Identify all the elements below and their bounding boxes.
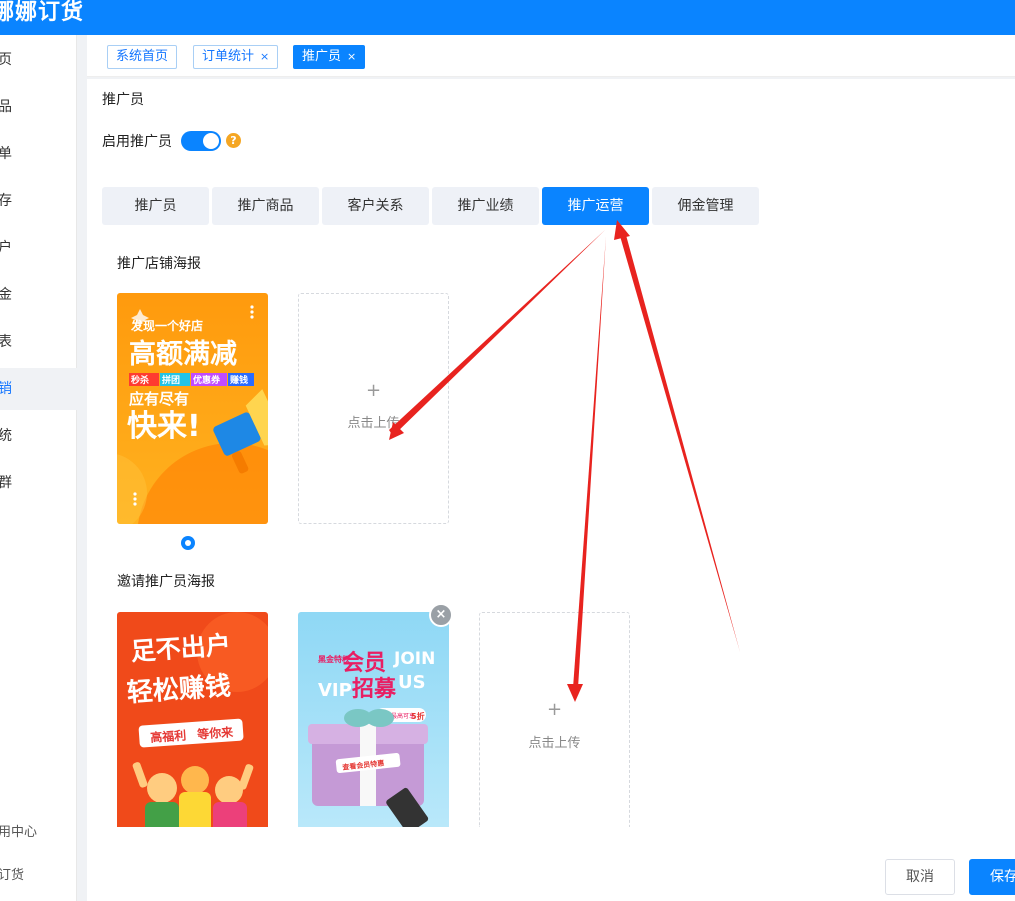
page-title: 推广员 — [102, 92, 144, 108]
tag-label: 系统首页 — [116, 49, 169, 64]
sidebar-item-finance[interactable]: 金 — [0, 274, 77, 316]
sidebar-item-customers[interactable]: 户 — [0, 227, 77, 269]
poster-text: 5折 — [411, 711, 425, 721]
sidebar-item-marketing[interactable]: 销 — [0, 368, 77, 410]
tag-home[interactable]: 系统首页 — [107, 45, 178, 69]
tab-promoted-goods[interactable]: 推广商品 — [212, 187, 319, 225]
poster-text: VIP — [318, 680, 352, 701]
sidebar-item-label: 表 — [0, 334, 12, 350]
tags-bar: 系统首页 订单统计 × 推广员 × — [87, 35, 1015, 77]
tag-order-stats[interactable]: 订单统计 × — [193, 45, 279, 69]
sidebar-item-reports[interactable]: 表 — [0, 321, 77, 363]
poster-text: 等你来 — [196, 724, 235, 742]
invite-poster-section-title: 邀请推广员海报 — [117, 574, 215, 590]
poster-text: JOIN — [393, 649, 435, 669]
plus-icon: + — [365, 380, 382, 401]
tab-commission[interactable]: 佣金管理 — [652, 187, 759, 225]
poster-text: 高福利 — [150, 727, 187, 744]
cancel-button[interactable]: 取消 — [885, 859, 955, 895]
invite-poster-upload[interactable]: + 点击上传 — [479, 612, 630, 827]
close-icon[interactable]: × — [260, 50, 269, 63]
tab-performance[interactable]: 推广业绩 — [432, 187, 539, 225]
save-button[interactable]: 保存 — [969, 859, 1015, 895]
top-bar: 娜娜订货 — [0, 0, 1015, 35]
sidebar: 页 品 单 存 户 金 表 销 统 群 用中心 订货 — [0, 35, 77, 901]
tab-operations[interactable]: 推广运营 — [542, 187, 649, 225]
sidebar-item-label: 户 — [0, 240, 12, 256]
poster-text: 拼团 — [162, 374, 180, 386]
radio-dot — [185, 540, 191, 546]
sidebar-item-label: 金 — [0, 287, 12, 303]
tag-label: 推广员 — [302, 49, 342, 64]
sidebar-item-label: 页 — [0, 52, 12, 68]
help-icon[interactable]: ? — [226, 133, 241, 148]
sidebar-item-label: 销 — [0, 381, 12, 397]
poster-text: 优惠券 — [193, 374, 221, 386]
tab-promoter[interactable]: 推广员 — [102, 187, 209, 225]
plus-icon: + — [546, 699, 563, 720]
poster-text: US — [398, 672, 426, 693]
sidebar-footer-app-center[interactable]: 用中心 — [0, 821, 37, 840]
invite-poster-image-1[interactable]: 足不出户 轻松赚钱 高福利 等你来 — [117, 612, 268, 827]
tag-promoter[interactable]: 推广员 × — [293, 45, 366, 69]
tag-label: 订单统计 — [202, 49, 255, 64]
poster-text: 高额满减 — [129, 338, 237, 370]
sidebar-footer-brand[interactable]: 订货 — [0, 864, 24, 883]
shop-poster-section-title: 推广店铺海报 — [117, 256, 201, 272]
invite-poster-image-2[interactable]: 黑金特权 会员 JOIN VIP 招募 US 入会最高可享 5折 查看会员特惠 — [298, 612, 449, 827]
upload-label: 点击上传 — [347, 416, 400, 431]
enable-promoter-switch[interactable] — [181, 131, 221, 151]
upload-label: 点击上传 — [528, 736, 581, 751]
invite-poster-2-art: 黑金特权 会员 JOIN VIP 招募 US 入会最高可享 5折 查看会员特惠 — [298, 612, 449, 827]
poster-text: 招募 — [352, 677, 397, 702]
sidebar-item-label: 统 — [0, 428, 12, 444]
tab-customer-relations[interactable]: 客户关系 — [322, 187, 429, 225]
sidebar-item-system[interactable]: 统 — [0, 415, 77, 457]
poster-text: 快来! — [127, 409, 201, 444]
poster-text: 应有尽有 — [129, 390, 189, 408]
sidebar-item-orders[interactable]: 单 — [0, 133, 77, 175]
sidebar-item-label: 群 — [0, 475, 12, 491]
switch-knob — [203, 133, 219, 149]
poster-text: 赚钱 — [229, 374, 248, 386]
shop-poster-radio[interactable] — [181, 536, 195, 550]
sidebar-item-home[interactable]: 页 — [0, 39, 77, 81]
sidebar-item-label: 存 — [0, 193, 12, 209]
shop-poster-art: 发现一个好店 高额满减 秒杀 拼团 优惠券 赚钱 应有尽有 快来! — [117, 293, 268, 524]
close-icon[interactable]: × — [347, 50, 356, 63]
remove-poster-close-icon[interactable]: × — [429, 603, 453, 627]
enable-promoter-label: 启用推广员 — [102, 134, 172, 150]
app-title: 娜娜订货 — [0, 0, 85, 25]
main-panel: 推广员 启用推广员 ? 推广员 推广商品 客户关系 推广业绩 推广运营 佣金管理… — [87, 79, 1015, 901]
invite-poster-1-art: 足不出户 轻松赚钱 高福利 等你来 — [117, 612, 268, 827]
sidebar-item-stock[interactable]: 存 — [0, 180, 77, 222]
sidebar-item-label: 品 — [0, 99, 12, 115]
sidebar-item-goods[interactable]: 品 — [0, 86, 77, 128]
poster-text: 会员 — [342, 650, 386, 676]
shop-poster-upload[interactable]: + 点击上传 — [298, 293, 449, 524]
sidebar-item-label: 单 — [0, 146, 12, 162]
poster-text: 秒杀 — [131, 374, 149, 386]
sidebar-item-group[interactable]: 群 — [0, 462, 77, 504]
shop-poster-image[interactable]: 发现一个好店 高额满减 秒杀 拼团 优惠券 赚钱 应有尽有 快来! — [117, 293, 268, 524]
